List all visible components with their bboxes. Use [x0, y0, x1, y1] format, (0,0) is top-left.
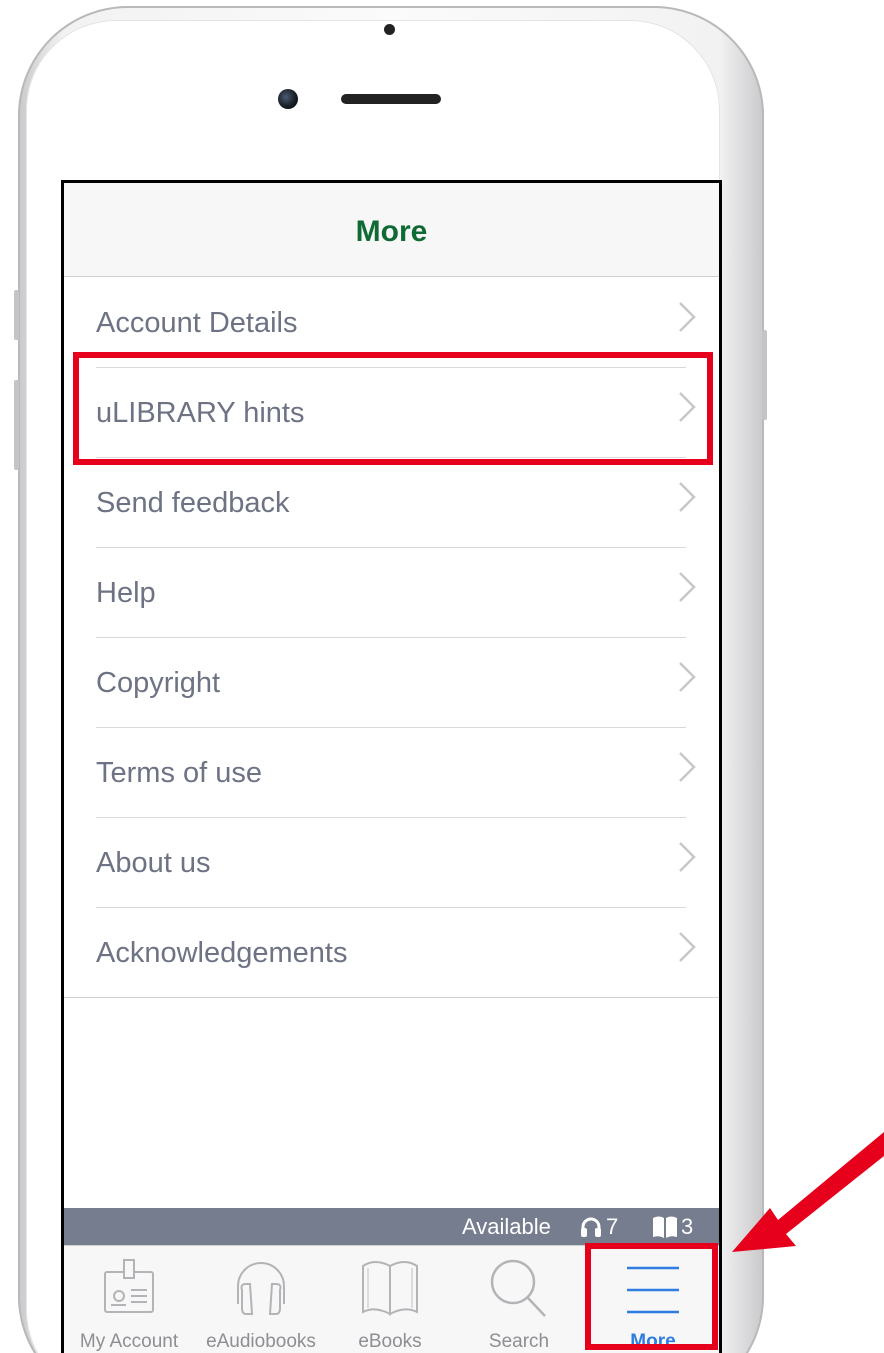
- availability-strip: Available 7 3: [64, 1208, 719, 1245]
- audiobooks-count: 7: [606, 1214, 619, 1239]
- menu-item-label: Send feedback: [96, 487, 290, 519]
- id-card-icon: [104, 1259, 154, 1313]
- tab-eaudiobooks[interactable]: eAudiobooks: [194, 1246, 328, 1353]
- menu-item-copyright[interactable]: Copyright: [64, 638, 719, 728]
- highlight-box-more-tab: [585, 1243, 718, 1350]
- tab-ebooks[interactable]: eBooks: [328, 1246, 452, 1353]
- phone-side-button-left-2: [14, 380, 19, 470]
- chevron-right-icon: [679, 842, 696, 872]
- magnifier-icon: [490, 1259, 546, 1317]
- red-pointer-arrow-icon: [732, 1132, 884, 1252]
- chevron-right-icon: [679, 302, 696, 332]
- highlight-box-ulibrary-hints: [73, 352, 713, 465]
- headphones-icon: [581, 1217, 601, 1237]
- menu-item-label: Account Details: [96, 307, 298, 339]
- phone-side-button-right: [762, 330, 767, 420]
- book-icon: [362, 1261, 418, 1316]
- tab-label: eAudiobooks: [206, 1331, 316, 1352]
- tab-label: My Account: [79, 1331, 179, 1352]
- page-title: More: [355, 215, 428, 248]
- menu-item-terms-of-use[interactable]: Terms of use: [64, 728, 719, 818]
- tab-my-account[interactable]: My Account: [64, 1246, 194, 1353]
- menu-item-acknowledgements[interactable]: Acknowledgements: [64, 908, 719, 998]
- open-book-icon: [653, 1216, 677, 1238]
- menu-item-label: Acknowledgements: [96, 937, 348, 969]
- chevron-right-icon: [679, 482, 696, 512]
- availability-label: Available: [462, 1214, 551, 1239]
- ebooks-count: 3: [681, 1214, 694, 1239]
- chevron-right-icon: [679, 572, 696, 602]
- chevron-right-icon: [679, 752, 696, 782]
- chevron-right-icon: [679, 662, 696, 692]
- navigation-bar: More: [64, 183, 719, 277]
- proximity-sensor: [384, 24, 395, 35]
- tab-search[interactable]: Search: [452, 1246, 586, 1353]
- front-camera: [278, 89, 298, 109]
- tab-label: eBooks: [358, 1331, 422, 1352]
- menu-item-label: Help: [96, 577, 156, 609]
- menu-item-label: Copyright: [96, 667, 221, 699]
- chevron-right-icon: [679, 932, 696, 962]
- menu-item-label: Terms of use: [96, 757, 262, 789]
- headphones-icon: [237, 1262, 285, 1315]
- phone-side-button-left: [14, 290, 19, 340]
- tab-label: Search: [488, 1331, 550, 1352]
- menu-item-help[interactable]: Help: [64, 548, 719, 638]
- menu-item-send-feedback[interactable]: Send feedback: [64, 458, 719, 548]
- menu-item-about-us[interactable]: About us: [64, 818, 719, 908]
- earpiece-speaker: [341, 94, 441, 104]
- menu-item-label: About us: [96, 847, 211, 879]
